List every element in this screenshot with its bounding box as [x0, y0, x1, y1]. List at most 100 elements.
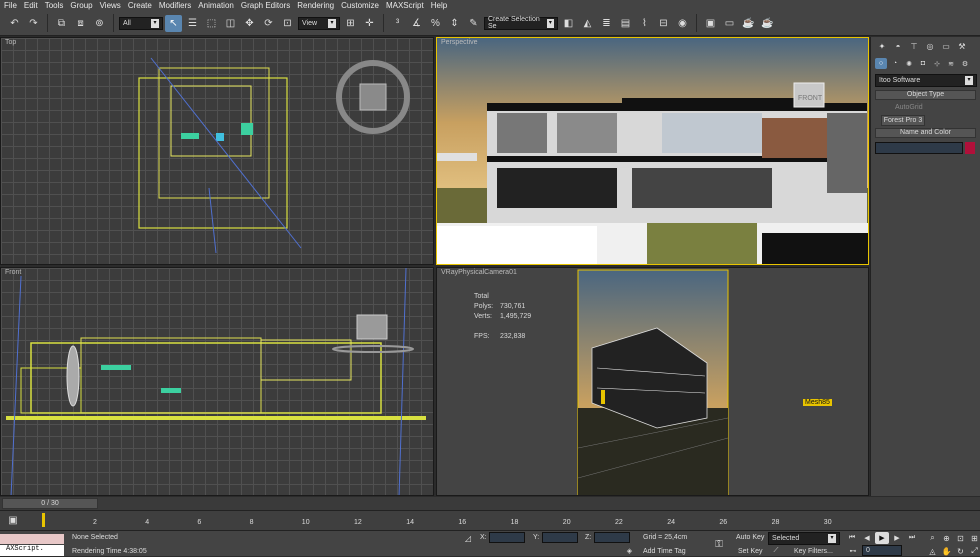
view-cube-label[interactable]: FRONT [798, 95, 823, 102]
menu-item-create[interactable]: Create [128, 1, 152, 10]
object-type-rollout[interactable]: Object Type [875, 90, 976, 100]
spacewarps-icon[interactable]: ≋ [945, 58, 957, 69]
add-time-tag[interactable]: Add Time Tag [643, 548, 686, 555]
goto-end-icon[interactable]: ⏭ [905, 532, 919, 544]
zoom-extents-all-icon[interactable]: ⊞ [968, 532, 980, 544]
snap-icon[interactable]: ³ [389, 15, 406, 32]
menu-item-tools[interactable]: Tools [45, 1, 64, 10]
systems-icon[interactable]: ⚙ [959, 58, 971, 69]
viewport-label-cam[interactable]: VRayPhysicalCamera01 [441, 269, 517, 276]
name-color-rollout[interactable]: Name and Color [875, 128, 976, 138]
menu-item-maxscript[interactable]: MAXScript [386, 1, 424, 10]
percent-snap-icon[interactable]: % [427, 15, 444, 32]
key-selection-dropdown[interactable]: Selected ▾ [768, 532, 840, 545]
category-dropdown[interactable]: Itoo Software ▾ [875, 74, 977, 87]
object-name-input[interactable] [875, 142, 963, 154]
viewport-perspective[interactable]: Perspective FRONT [436, 37, 869, 265]
viewport-label-front[interactable]: Front [5, 269, 21, 276]
spinner-snap-icon[interactable]: ⇕ [446, 15, 463, 32]
utilities-tab-icon[interactable]: ⚒ [955, 40, 969, 53]
helpers-icon[interactable]: ⊹ [931, 58, 943, 69]
zoom-extents-icon[interactable]: ⊡ [954, 532, 967, 544]
redo-icon[interactable]: ↷ [25, 15, 42, 32]
set-key-button[interactable]: Set Key [738, 548, 763, 555]
modify-tab-icon[interactable]: ◓ [891, 40, 905, 53]
select-move-icon[interactable]: ✥ [241, 15, 258, 32]
menu-item-rendering[interactable]: Rendering [297, 1, 334, 10]
key-tangent-icon[interactable]: ⟋ [770, 545, 782, 556]
key-icon[interactable]: ⚿ [708, 536, 730, 552]
key-mode-icon[interactable]: ⊷ [847, 545, 859, 556]
motion-tab-icon[interactable]: ◎ [923, 40, 937, 53]
viewport-label-top[interactable]: Top [5, 39, 16, 46]
unlink-icon[interactable]: ⧈ [72, 15, 89, 32]
pivot-icon[interactable]: ⊞ [342, 15, 359, 32]
ref-coord-dropdown[interactable]: View ▾ [298, 16, 340, 30]
current-frame-field[interactable]: 0 [862, 545, 902, 556]
named-sel-edit-icon[interactable]: ✎ [465, 15, 482, 32]
forest-pro-button[interactable]: Forest Pro 3 [881, 115, 925, 126]
menu-item-help[interactable]: Help [431, 1, 447, 10]
viewport-top[interactable]: Top [0, 37, 434, 265]
window-crossing-icon[interactable]: ◫ [222, 15, 239, 32]
play-icon[interactable]: ▶ [875, 532, 889, 544]
lights-icon[interactable]: ✺ [903, 58, 915, 69]
curve-editor-icon[interactable]: ⌇ [636, 15, 653, 32]
key-filters-button[interactable]: Key Filters... [794, 548, 833, 555]
zoom-icon[interactable]: ⌕ [926, 532, 939, 544]
render-production-icon[interactable]: ☕ [740, 15, 757, 32]
ribbon-icon[interactable]: ▤ [617, 15, 634, 32]
select-by-name-icon[interactable]: ☰ [184, 15, 201, 32]
display-tab-icon[interactable]: ▭ [939, 40, 953, 53]
menu-item-modifiers[interactable]: Modifiers [159, 1, 191, 10]
absolute-mode-icon[interactable]: ◿ [462, 532, 474, 544]
menu-item-group[interactable]: Group [70, 1, 92, 10]
menu-item-views[interactable]: Views [100, 1, 121, 10]
goto-start-icon[interactable]: ⏮ [845, 532, 859, 544]
manipulate-icon[interactable]: ✛ [361, 15, 378, 32]
color-swatch[interactable] [965, 142, 975, 154]
link-icon[interactable]: ⧉ [53, 15, 70, 32]
selection-filter-dropdown[interactable]: All ▾ [119, 16, 163, 30]
schematic-icon[interactable]: ⊟ [655, 15, 672, 32]
material-editor-icon[interactable]: ◉ [674, 15, 691, 32]
pan-icon[interactable]: ✋ [940, 545, 953, 557]
align-icon[interactable]: ◭ [579, 15, 596, 32]
undo-icon[interactable]: ↶ [6, 15, 23, 32]
menu-item-graph-editors[interactable]: Graph Editors [241, 1, 290, 10]
render-setup-icon[interactable]: ▣ [702, 15, 719, 32]
zoom-all-icon[interactable]: ⊕ [940, 532, 953, 544]
prev-frame-icon[interactable]: ◀ [860, 532, 874, 544]
angle-snap-icon[interactable]: ∡ [408, 15, 425, 32]
fov-icon[interactable]: ◬ [926, 545, 939, 557]
shapes-icon[interactable]: ◔ [889, 58, 901, 69]
menu-item-animation[interactable]: Animation [198, 1, 234, 10]
orbit-icon[interactable]: ↻ [954, 545, 967, 557]
rendered-frame-icon[interactable]: ▭ [721, 15, 738, 32]
track-bar[interactable]: ▣ 2 4 6 8 10 12 14 16 18 20 22 24 26 28 30 [0, 510, 980, 530]
viewport-camera[interactable]: VRayPhysicalCamera01 Total Polys: 730,761… [436, 267, 869, 496]
create-tab-icon[interactable]: ✦ [875, 40, 889, 53]
z-coord-field[interactable] [594, 532, 630, 543]
next-frame-icon[interactable]: ▶ [890, 532, 904, 544]
time-slider[interactable]: 0 / 30 [0, 497, 980, 510]
maxscript-listener[interactable]: AXScript. [0, 545, 64, 556]
y-coord-field[interactable] [542, 532, 578, 543]
menu-item-edit[interactable]: Edit [24, 1, 38, 10]
autogrid-checkbox[interactable]: AutoGrid [871, 102, 980, 113]
select-rotate-icon[interactable]: ⟳ [260, 15, 277, 32]
bind-spacewarp-icon[interactable]: ⊚ [91, 15, 108, 32]
maxscript-listener-pink[interactable] [0, 534, 64, 544]
render-iterative-icon[interactable]: ☕ [759, 15, 776, 32]
hierarchy-tab-icon[interactable]: ⊤ [907, 40, 921, 53]
auto-key-button[interactable]: Auto Key [736, 534, 764, 541]
maximize-viewport-icon[interactable]: ⤢ [968, 545, 980, 557]
x-coord-field[interactable] [489, 532, 525, 543]
mirror-icon[interactable]: ◧ [560, 15, 577, 32]
viewport-label-persp[interactable]: Perspective [441, 39, 478, 46]
time-tag-icon[interactable]: ◈ [624, 546, 635, 556]
time-slider-thumb[interactable]: 0 / 30 [2, 498, 98, 509]
rect-region-icon[interactable]: ⬚ [203, 15, 220, 32]
mini-curve-icon[interactable]: ▣ [6, 513, 20, 527]
layers-icon[interactable]: ≣ [598, 15, 615, 32]
